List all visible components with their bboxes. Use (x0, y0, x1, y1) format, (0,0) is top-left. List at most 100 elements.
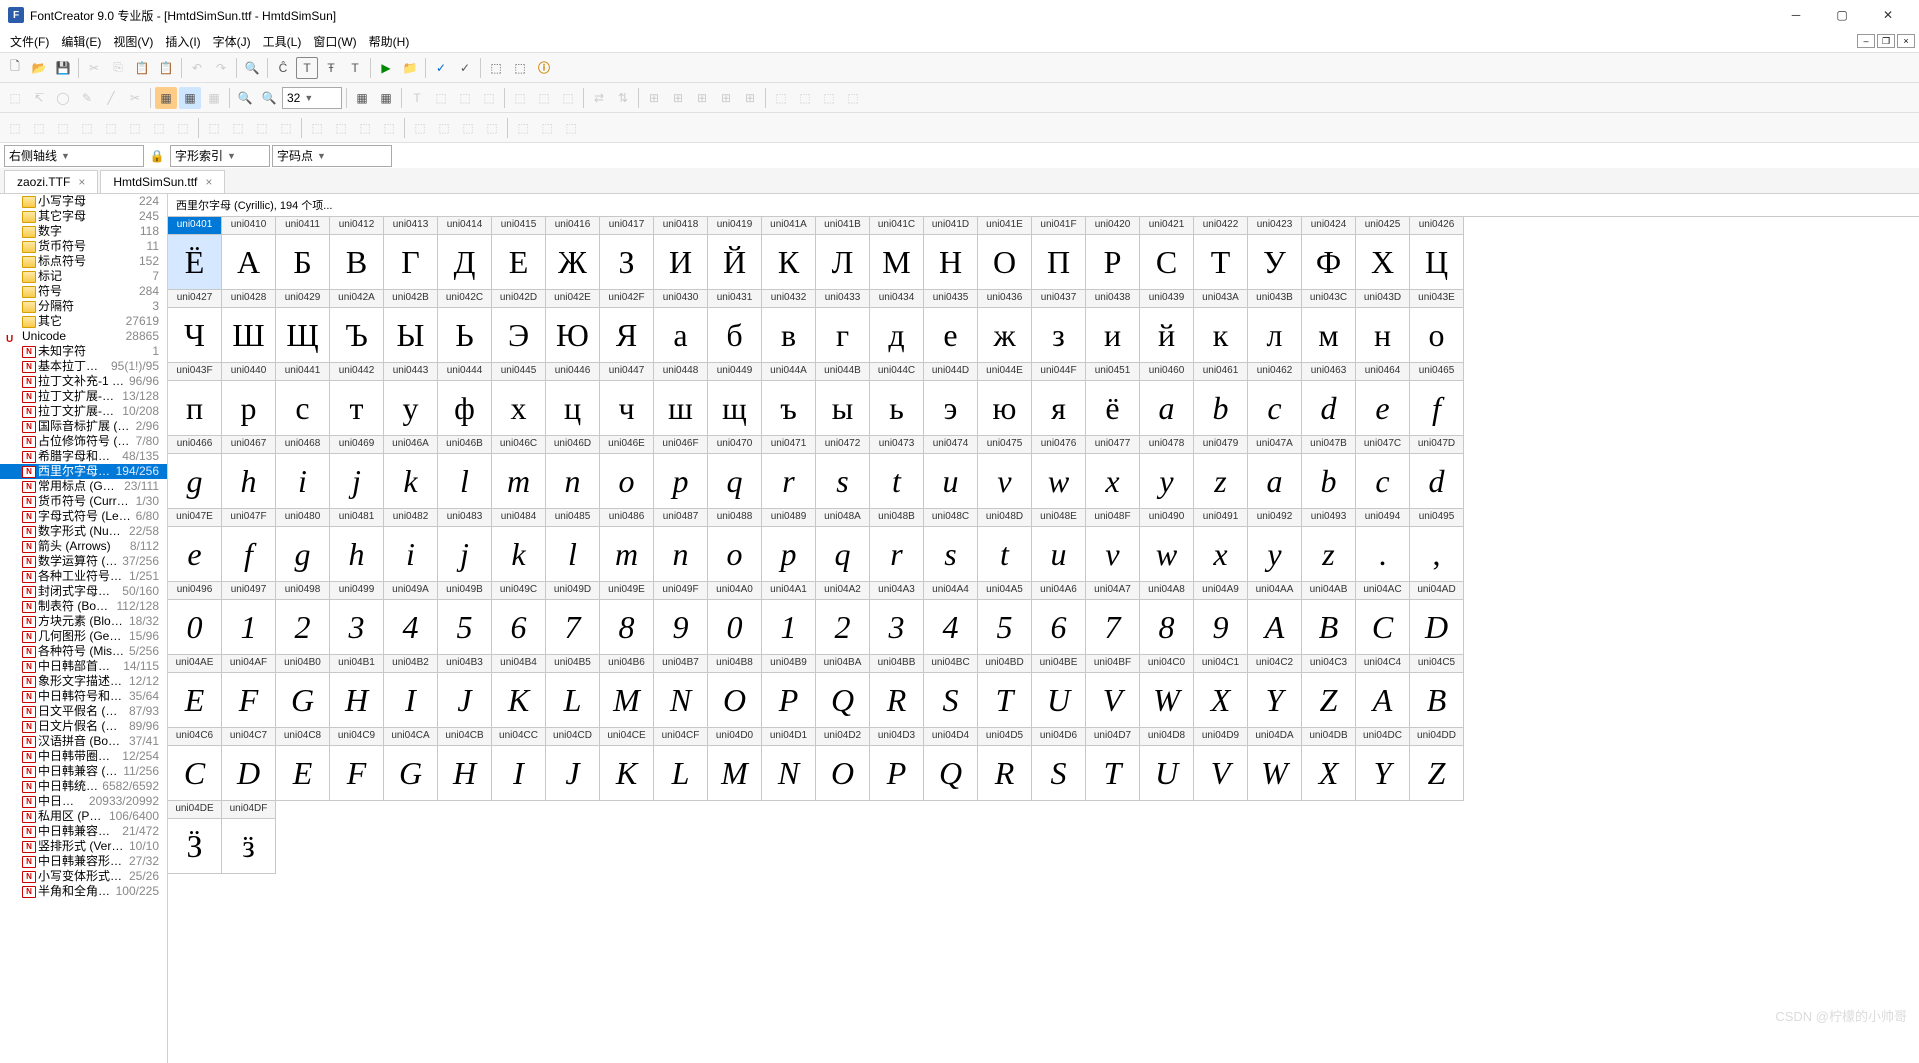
arrow-icon[interactable]: ↸ (28, 87, 50, 109)
glyph-cell[interactable]: uni04DAW (1248, 728, 1302, 801)
glyph-cell[interactable]: uni044Eю (978, 363, 1032, 436)
glyph-cell[interactable]: uni0411Б (276, 217, 330, 290)
t1-icon[interactable]: T (406, 87, 428, 109)
glyph-cell[interactable]: uni04D9V (1194, 728, 1248, 801)
tree-item[interactable]: 数字118 (0, 224, 167, 239)
t3-icon[interactable]: ⬚ (454, 87, 476, 109)
b15-icon[interactable]: ⬚ (354, 117, 376, 139)
tree-item[interactable]: 中日韩符号和标点 (...35/64 (0, 689, 167, 704)
glyph-cell[interactable]: uni04CAG (384, 728, 438, 801)
glyph-cell[interactable]: uni0426Ц (1410, 217, 1464, 290)
glyph-cell[interactable]: uni049B5 (438, 582, 492, 655)
glyph-cell[interactable]: uni0446ц (546, 363, 600, 436)
glyph-cell[interactable]: uni0484k (492, 509, 546, 582)
glyph-cell[interactable]: uni0491x (1194, 509, 1248, 582)
tree-item[interactable]: 中日韩兼容 (CJK ...11/256 (0, 764, 167, 779)
glyph-grid-scroll[interactable]: uni0401Ёuni0410Аuni0411Бuni0412Вuni0413Г… (168, 216, 1919, 1063)
glyph-cell[interactable]: uni04C2Y (1248, 655, 1302, 728)
glyph-cell[interactable]: uni043Eо (1410, 290, 1464, 363)
op1-icon[interactable]: ⬚ (770, 87, 792, 109)
autohint-icon[interactable]: ✓ (454, 57, 476, 79)
glyph-cell[interactable]: uni0495, (1410, 509, 1464, 582)
menu-item[interactable]: 工具(L) (257, 33, 308, 51)
glyph-cell[interactable]: uni04BAQ (816, 655, 870, 728)
glyph-cell[interactable]: uni0490w (1140, 509, 1194, 582)
glyph-cell[interactable]: uni044Fя (1032, 363, 1086, 436)
glyph-cell[interactable]: uni0444ф (438, 363, 492, 436)
glyph-cell[interactable]: uni0419Й (708, 217, 762, 290)
tree-item[interactable]: 中日韩带圈字母和...12/254 (0, 749, 167, 764)
glyph-cell[interactable]: uni047Bb (1302, 436, 1356, 509)
glyph-cell[interactable]: uni04CCI (492, 728, 546, 801)
glyph-cell[interactable]: uni046Ak (384, 436, 438, 509)
tree-item[interactable]: 中日韩兼容形式 (C...27/32 (0, 854, 167, 869)
t2-icon[interactable]: ⬚ (430, 87, 452, 109)
b16-icon[interactable]: ⬚ (378, 117, 400, 139)
menu-item[interactable]: 编辑(E) (55, 33, 107, 51)
glyph-cell[interactable]: uni049A4 (384, 582, 438, 655)
document-tab[interactable]: zaozi.TTF× (4, 170, 98, 193)
glyph-cell[interactable]: uni0462c (1248, 363, 1302, 436)
grid-icon[interactable]: ▦ (155, 87, 177, 109)
info-icon[interactable]: ⓘ (533, 57, 555, 79)
glyph-cell[interactable]: uni0492y (1248, 509, 1302, 582)
tree-item[interactable]: 货币符号 (Currency ...1/30 (0, 494, 167, 509)
b20-icon[interactable]: ⬚ (481, 117, 503, 139)
redo-icon[interactable]: ↷ (210, 57, 232, 79)
glyph-cell[interactable]: uni04ACC (1356, 582, 1410, 655)
glyph-cell[interactable]: uni0430а (654, 290, 708, 363)
select-icon[interactable]: ⬚ (4, 87, 26, 109)
glyph-cell[interactable]: uni041DН (924, 217, 978, 290)
glyph-cell[interactable]: uni0416Ж (546, 217, 600, 290)
glyph-cell[interactable]: uni04B3J (438, 655, 492, 728)
b6-icon[interactable]: ⬚ (124, 117, 146, 139)
glyph-cell[interactable]: uni04D1N (762, 728, 816, 801)
filter-mid-combo[interactable]: 字形索引▼ (170, 145, 270, 167)
glyph-cell[interactable]: uni0488o (708, 509, 762, 582)
tree-item[interactable]: 小写变体形式 (Sm...25/26 (0, 869, 167, 884)
glyph-cell[interactable]: uni0432в (762, 290, 816, 363)
glyph-cell[interactable]: uni04A22 (816, 582, 870, 655)
filter-lock-icon[interactable]: 🔒 (146, 145, 168, 167)
glyph-cell[interactable]: uni042FЯ (600, 290, 654, 363)
tree-item[interactable]: 私用区 (Private...106/6400 (0, 809, 167, 824)
glyph-cell[interactable]: uni0487n (654, 509, 708, 582)
glyph-cell[interactable]: uni0467h (222, 436, 276, 509)
glyph-cell[interactable]: uni04B8O (708, 655, 762, 728)
glyph-cell[interactable]: uni0468i (276, 436, 330, 509)
glyph-cell[interactable]: uni049C6 (492, 582, 546, 655)
glyph-cell[interactable]: uni04A33 (870, 582, 924, 655)
glyph-cell[interactable]: uni04A55 (978, 582, 1032, 655)
glyph-cell[interactable]: uni0412В (330, 217, 384, 290)
b4-icon[interactable]: ⬚ (76, 117, 98, 139)
mdi-restore-button[interactable]: ❐ (1877, 34, 1895, 48)
glyph-cell[interactable]: uni04B1H (330, 655, 384, 728)
glyph-cell[interactable]: uni04D4Q (924, 728, 978, 801)
copy-icon[interactable]: ⎘ (107, 57, 129, 79)
glyph-cell[interactable]: uni0434д (870, 290, 924, 363)
glyph-cell[interactable]: uni0421С (1140, 217, 1194, 290)
b9-icon[interactable]: ⬚ (203, 117, 225, 139)
minimize-button[interactable]: ─ (1773, 0, 1819, 30)
glyph-cell[interactable]: uni0485l (546, 509, 600, 582)
glyph-cell[interactable]: uni047Cc (1356, 436, 1410, 509)
glyph-cell[interactable]: uni04A00 (708, 582, 762, 655)
glyph-cell[interactable]: uni042AЪ (330, 290, 384, 363)
glyph-cell[interactable]: uni04DEӞ (168, 801, 222, 874)
shape-icon[interactable]: ◯ (52, 87, 74, 109)
maximize-button[interactable]: ▢ (1819, 0, 1865, 30)
glyph-cell[interactable]: uni04C5B (1410, 655, 1464, 728)
glyph-cell[interactable]: uni04C4A (1356, 655, 1410, 728)
glyph-cell[interactable]: uni04BEU (1032, 655, 1086, 728)
glyph-cell[interactable]: uni048Eu (1032, 509, 1086, 582)
glyph-cell[interactable]: uni04C1X (1194, 655, 1248, 728)
glyph-cell[interactable]: uni042CЬ (438, 290, 492, 363)
tree-item[interactable]: 汉语拼音 (Bopom...37/41 (0, 734, 167, 749)
b18-icon[interactable]: ⬚ (433, 117, 455, 139)
glyph-cell[interactable]: uni04BBR (870, 655, 924, 728)
tree-item[interactable]: 方块元素 (Block El...18/32 (0, 614, 167, 629)
align1-icon[interactable]: ⬚ (509, 87, 531, 109)
text-tool-icon[interactable]: T (296, 57, 318, 79)
tree-item[interactable]: 小写字母224 (0, 194, 167, 209)
tree-item[interactable]: 制表符 (Box Dr...112/128 (0, 599, 167, 614)
